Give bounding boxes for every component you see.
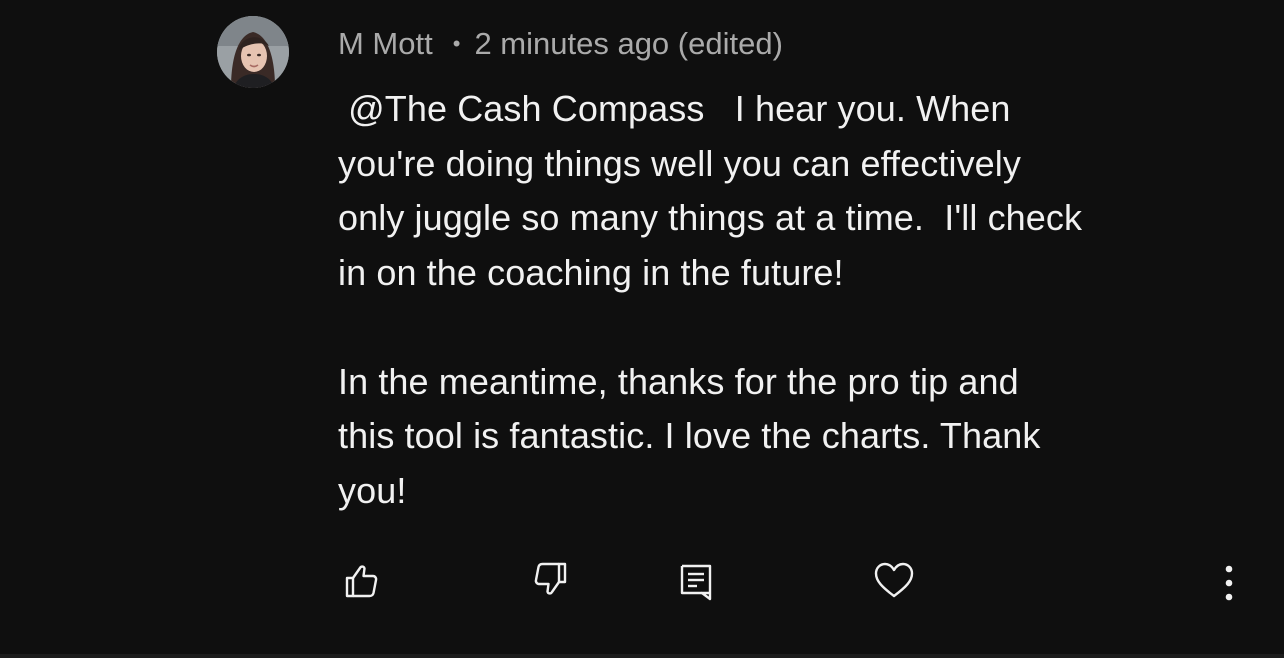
comment-line-4: in on the coaching in the future!	[338, 251, 844, 293]
comment-line-1: @The Cash Compass I hear you. When	[338, 82, 1248, 137]
comment-line-1-text: I hear you. When	[704, 88, 1011, 129]
comment-card: M Mott • 2 minutes ago (edited) @The Cas…	[0, 0, 1284, 658]
like-button[interactable]	[336, 556, 384, 604]
separator-dot: •	[452, 31, 461, 56]
avatar-image	[217, 16, 289, 88]
comment-line-3: only juggle so many things at a time. I'…	[338, 197, 1083, 238]
reply-button[interactable]	[672, 556, 720, 604]
reply-comment-icon	[680, 564, 712, 601]
divider	[0, 654, 1284, 658]
comment-line-7: you!	[338, 469, 407, 511]
mention-link[interactable]: @The Cash Compass	[348, 88, 704, 129]
comment-header: M Mott • 2 minutes ago (edited)	[338, 22, 783, 66]
more-options-button[interactable]	[1205, 556, 1253, 604]
heart-button[interactable]	[870, 556, 918, 604]
thumbs-down-icon	[534, 562, 567, 595]
comment-line-5: In the meantime, thanks for the pro tip …	[338, 360, 1019, 402]
comment-line-6: this tool is fantastic. I love the chart…	[338, 415, 1041, 456]
timestamp: 2 minutes ago (edited)	[474, 26, 783, 61]
thumbs-up-icon	[345, 565, 378, 598]
author-name[interactable]: M Mott	[338, 26, 433, 62]
avatar[interactable]	[217, 16, 289, 88]
heart-icon	[874, 562, 914, 598]
dislike-button[interactable]	[528, 556, 576, 604]
comment-line-2: you're doing things well you can effecti…	[338, 142, 1022, 184]
comment-text: @The Cash Compass I hear you. When you'r…	[338, 82, 1248, 518]
comment-actions	[0, 556, 1284, 612]
more-vertical-icon	[1225, 565, 1233, 601]
